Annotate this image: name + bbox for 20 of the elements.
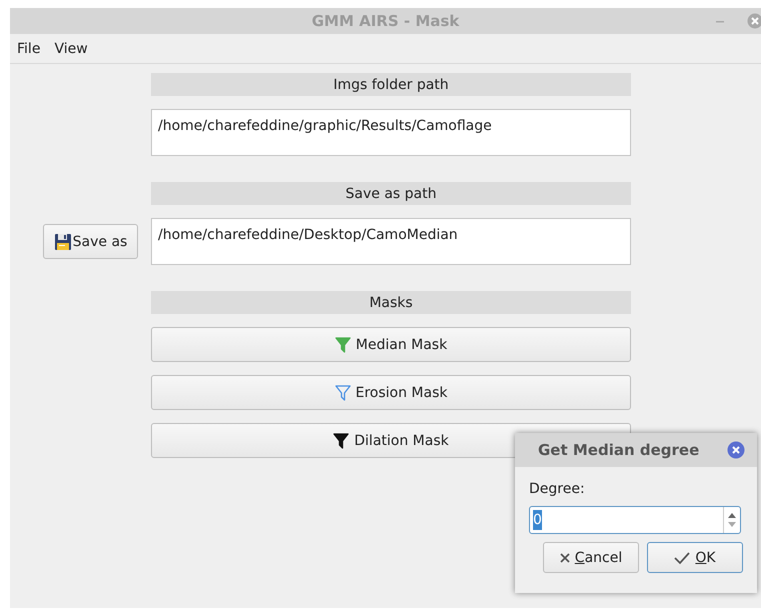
input-field[interactable]: /home/charefeddine/graphic/Results/Camoflage <box>151 109 631 156</box>
section-title: Imgs folder path <box>333 76 449 92</box>
ok-button[interactable]: OK <box>647 542 743 573</box>
save-as-button[interactable]: Save as <box>43 224 138 259</box>
menu-item[interactable]: View <box>54 38 88 58</box>
close-icon[interactable] <box>747 13 761 29</box>
cancel-button[interactable]: Cancel <box>543 542 639 573</box>
section-title: Save as path <box>346 186 436 202</box>
window-title: GMM AIRS - Mask <box>312 12 460 30</box>
spin-box[interactable]: 0 <box>529 506 741 534</box>
mask-button[interactable]: Erosion Mask <box>151 375 631 410</box>
checkmark-icon <box>674 550 690 564</box>
field-label: Degree: <box>529 481 586 497</box>
close-icon[interactable] <box>727 441 746 459</box>
close-icon <box>560 552 570 562</box>
menu-item[interactable]: File <box>17 38 40 58</box>
input-field[interactable]: /home/charefeddine/Desktop/CamoMedian <box>151 218 631 265</box>
section-title: Masks <box>369 294 413 310</box>
mask-button[interactable]: Median Mask <box>151 327 631 362</box>
spin-value: 0 <box>533 510 542 530</box>
